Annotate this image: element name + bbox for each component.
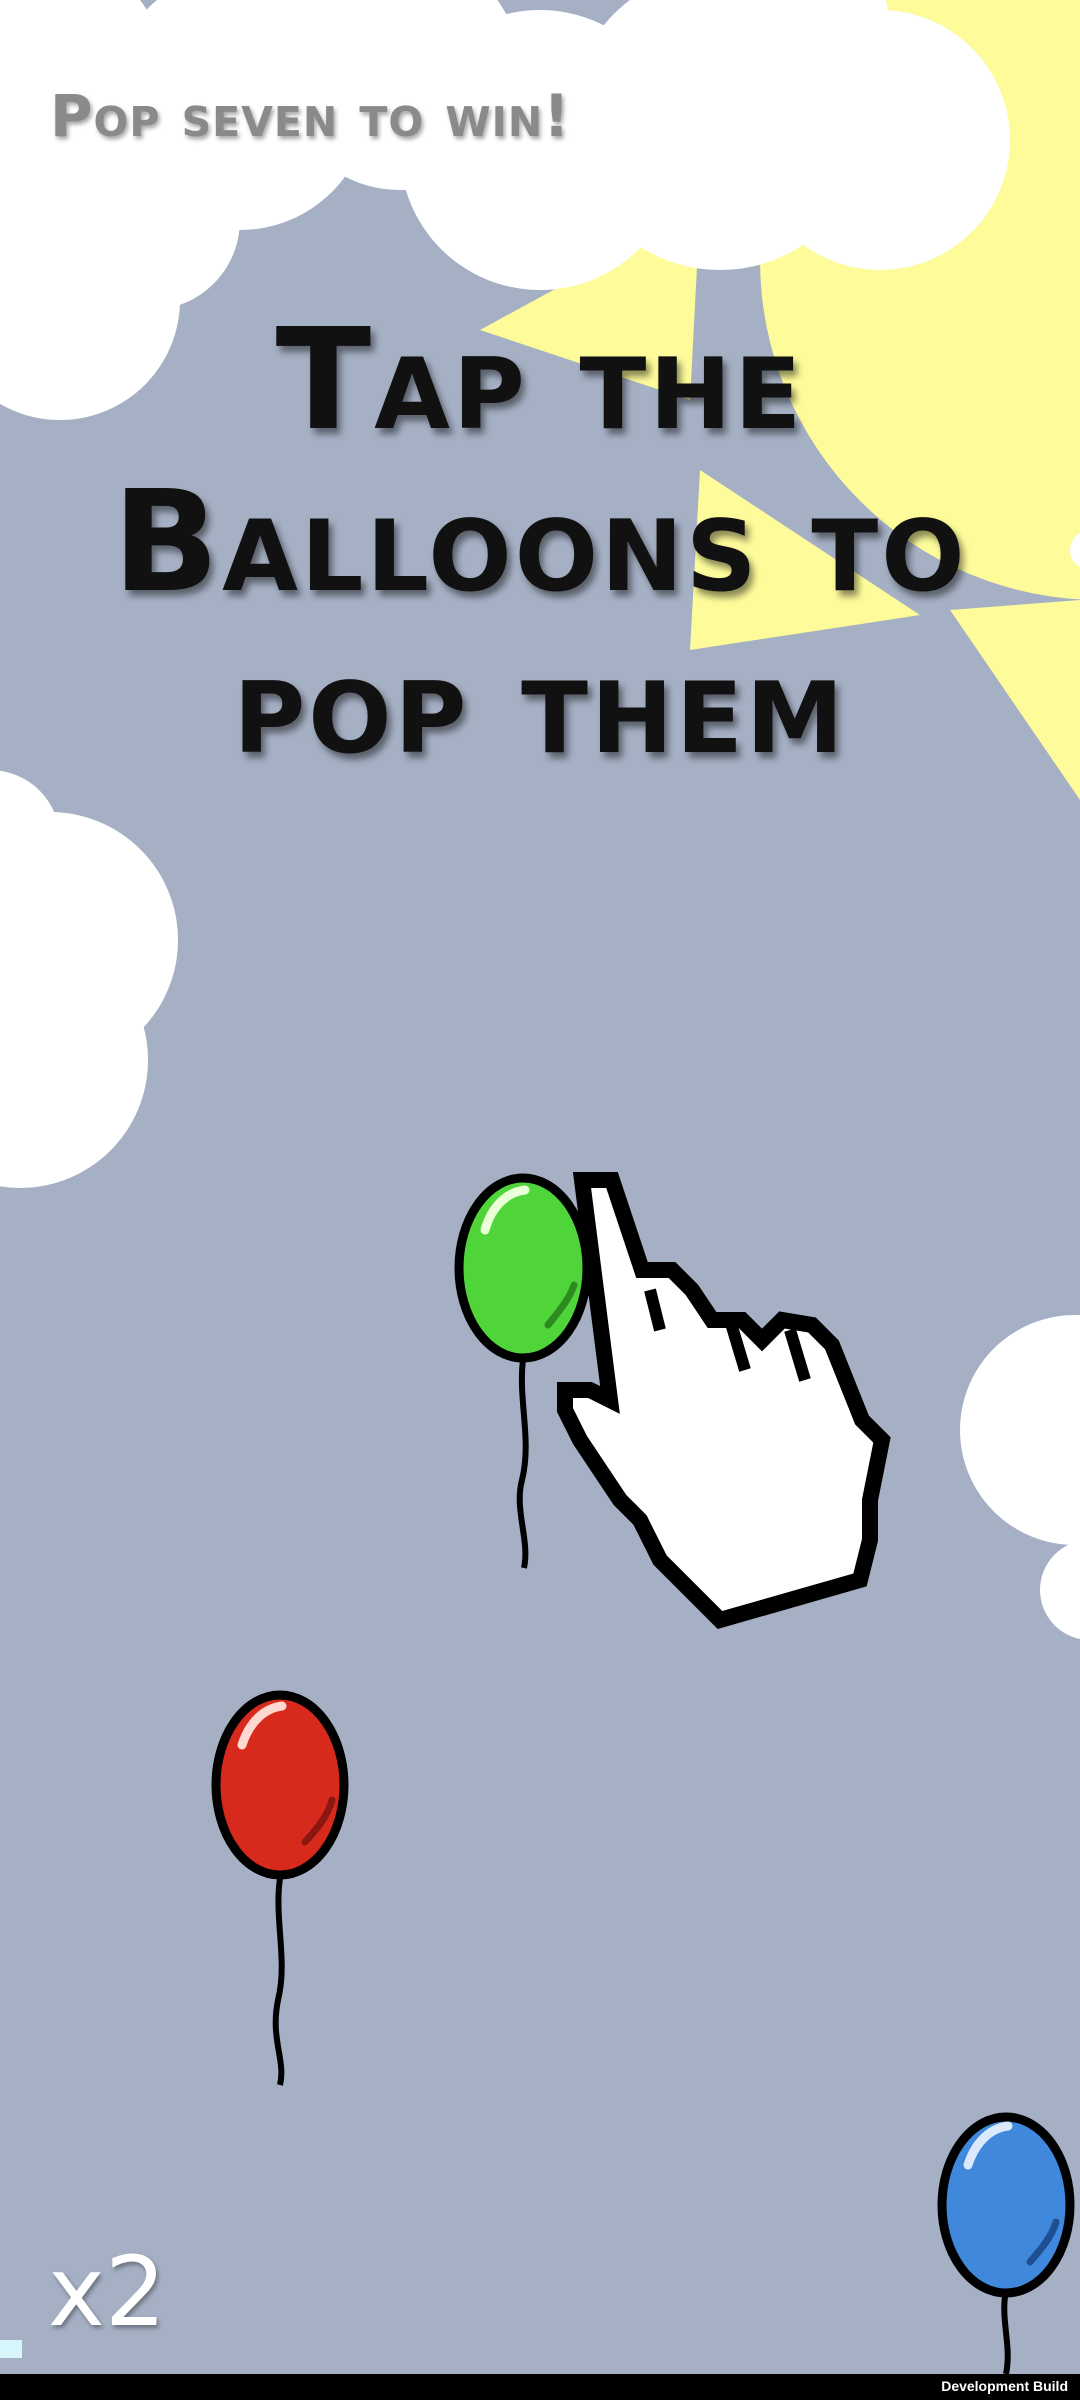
development-build-label: Development Build (941, 2378, 1068, 2394)
balloon-green[interactable] (454, 1173, 592, 1569)
balloon-red[interactable] (211, 1690, 349, 2086)
tutorial-line-1: Tap the (275, 299, 805, 462)
hand-pointer-icon (557, 1172, 891, 1629)
balloon-blue[interactable] (937, 2112, 1075, 2375)
corner-indicator (0, 2340, 22, 2358)
score-multiplier: x2 (48, 2236, 166, 2348)
development-build-bar (0, 2374, 1080, 2400)
cloud-left (0, 770, 178, 1188)
tutorial-instruction: Tap the Balloons to pop them (0, 300, 1080, 786)
goal-text: Pop seven to win! (50, 82, 571, 150)
tutorial-line-2: Balloons to (112, 461, 968, 624)
tutorial-line-3: pop them (233, 623, 847, 786)
